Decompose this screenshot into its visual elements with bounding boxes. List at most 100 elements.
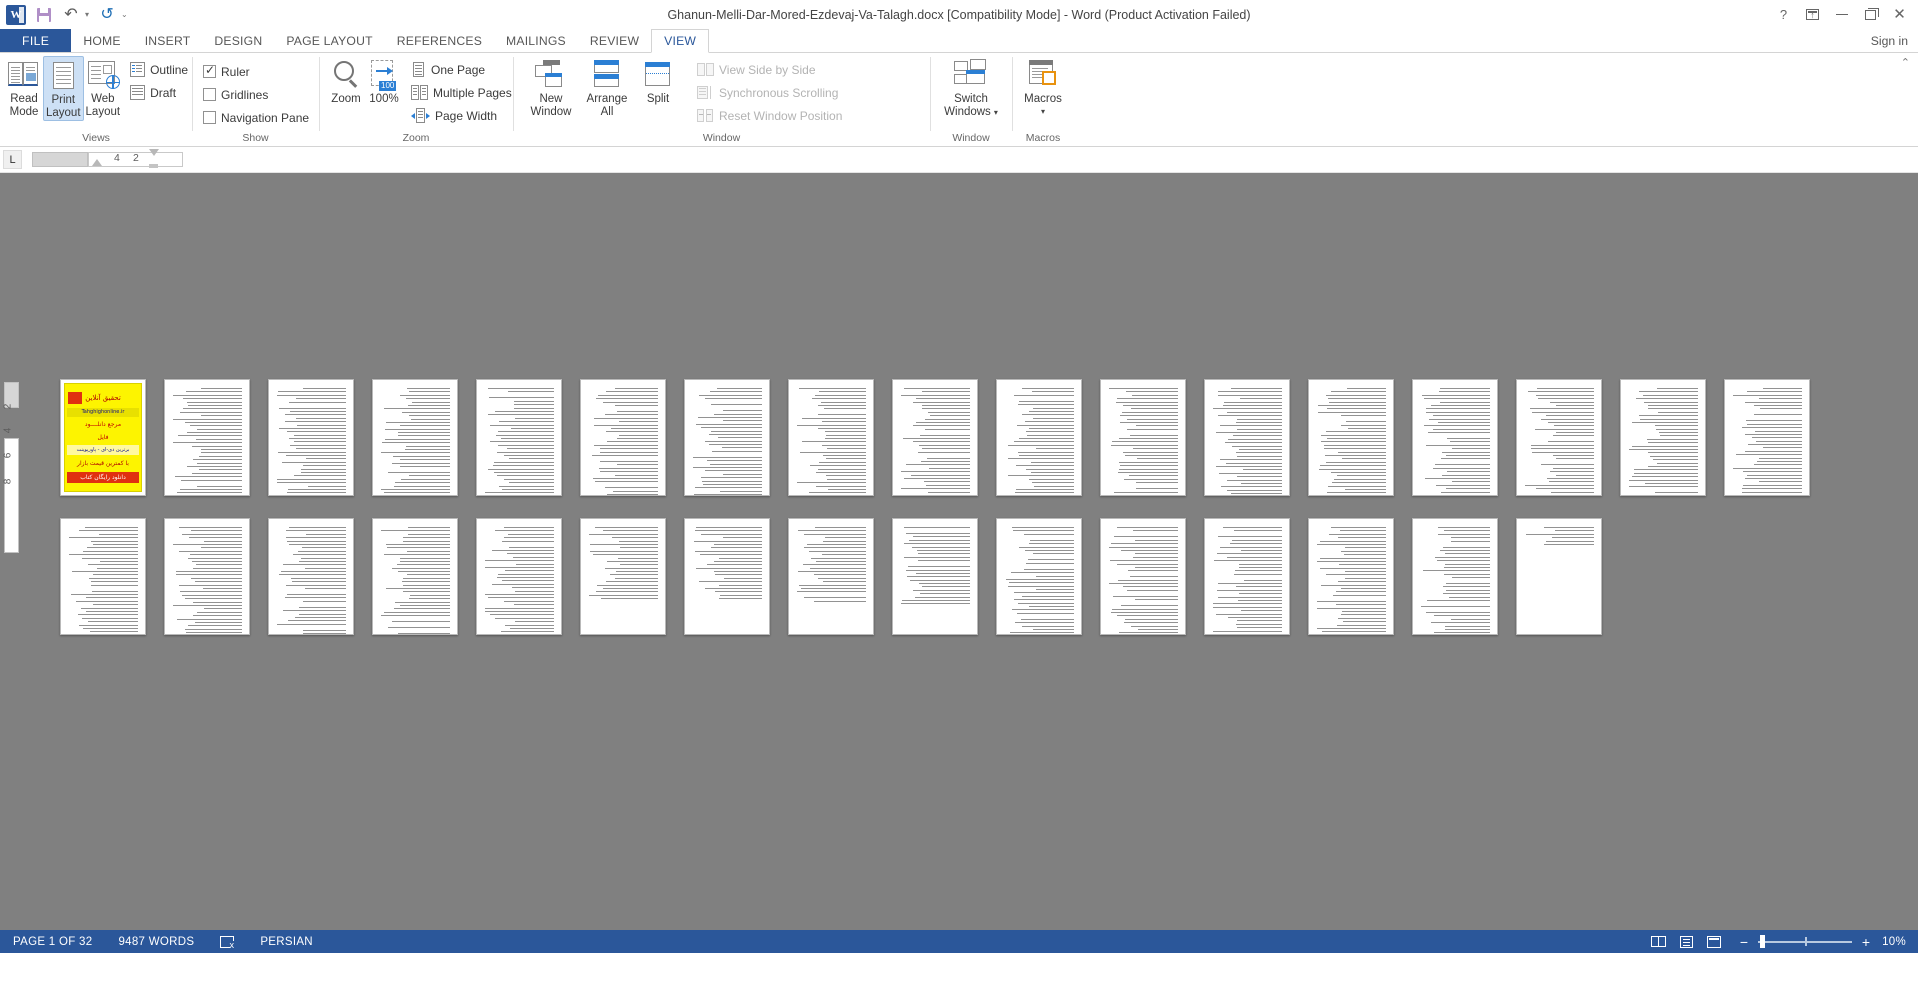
word-count[interactable]: 9487 WORDS [105,936,207,948]
read-mode-view-button[interactable] [1644,931,1672,952]
split-button[interactable]: Split [635,56,681,106]
proofing-status-button[interactable] [207,935,247,950]
tab-view[interactable]: VIEW [651,29,710,53]
page-thumbnail[interactable] [1308,518,1394,635]
page-thumbnail[interactable] [1204,379,1290,496]
page-thumbnail[interactable]: تحقیق آنلاین Tahghighonline.ir مرجع دانلــ… [60,379,146,496]
close-button[interactable]: ✕ [1885,3,1914,27]
ruler-checkbox-row[interactable]: Ruler [199,60,313,83]
page-thumbnail[interactable] [1516,379,1602,496]
switch-windows-button[interactable]: Switch Windows ▾ [938,56,1004,119]
zoom-out-button[interactable]: − [1738,934,1750,950]
print-layout-view-button[interactable] [1672,931,1700,952]
page-thumbnail[interactable] [1100,518,1186,635]
page-thumbnail[interactable] [1620,379,1706,496]
page-thumbnail[interactable] [1412,379,1498,496]
web-layout-view-button[interactable] [1700,931,1728,952]
web-layout-button[interactable]: Web Layout [84,56,123,119]
page-thumbnail[interactable] [1516,518,1602,635]
undo-dropdown-caret-icon[interactable]: ▾ [85,10,89,19]
page-thumbnail[interactable] [372,379,458,496]
page-thumbnail[interactable] [892,518,978,635]
page-thumbnail[interactable] [476,379,562,496]
outline-button[interactable]: Outline [126,58,192,81]
tab-page-layout[interactable]: PAGE LAYOUT [274,29,384,52]
gridlines-checkbox[interactable] [203,88,216,101]
page-thumbnail[interactable] [1412,518,1498,635]
switch-windows-caret-icon[interactable]: ▾ [994,106,998,119]
tab-home[interactable]: HOME [71,29,132,52]
page-thumbnail[interactable] [788,379,874,496]
help-button[interactable]: ? [1769,3,1798,27]
view-side-by-side-button[interactable]: View Side by Side [693,58,846,81]
page-thumbnail[interactable] [1308,379,1394,496]
horizontal-ruler[interactable]: L 4 2 [0,147,1918,173]
tab-stop-selector[interactable]: L [3,150,22,169]
tab-review[interactable]: REVIEW [578,29,651,52]
page-thumbnail[interactable] [1100,379,1186,496]
reset-window-position-button[interactable]: Reset Window Position [693,104,846,127]
redo-button[interactable]: ↺ [98,6,116,24]
page-thumbnail-grid[interactable]: تحقیق آنلاین Tahghighonline.ir مرجع دانلــ… [60,379,1896,657]
synchronous-scrolling-button[interactable]: Synchronous Scrolling [693,81,846,104]
language-indicator[interactable]: PERSIAN [247,936,326,948]
tab-insert[interactable]: INSERT [133,29,203,52]
zoom-in-button[interactable]: + [1860,934,1872,950]
page-thumbnail[interactable] [164,379,250,496]
zoom-slider[interactable] [1758,935,1853,948]
multiple-pages-button[interactable]: Multiple Pages [407,81,516,104]
read-mode-button[interactable]: Read Mode [5,56,43,119]
sign-in-link[interactable]: Sign in [1871,29,1918,52]
page-thumbnail[interactable] [996,379,1082,496]
page-thumbnail[interactable] [268,518,354,635]
page-thumbnail[interactable] [580,379,666,496]
page-thumbnail[interactable] [1204,518,1290,635]
zoom-slider-handle[interactable] [1760,935,1766,948]
page-indicator[interactable]: PAGE 1 OF 32 [0,936,105,948]
page-thumbnail[interactable] [684,379,770,496]
draft-button[interactable]: Draft [126,81,192,104]
page-thumbnail[interactable] [580,518,666,635]
restore-button[interactable] [1856,3,1885,27]
navigation-pane-checkbox-row[interactable]: Navigation Pane [199,106,313,129]
one-page-button[interactable]: One Page [407,58,516,81]
navigation-pane-checkbox[interactable] [203,111,216,124]
zoom-control[interactable]: − + [1728,934,1882,950]
page-thumbnail[interactable] [372,518,458,635]
tab-file[interactable]: FILE [0,29,72,52]
right-indent-marker[interactable] [149,164,158,168]
tab-references[interactable]: REFERENCES [385,29,494,52]
ruler-scale[interactable]: 4 2 [32,149,632,168]
page-thumbnail[interactable] [1724,379,1810,496]
print-layout-button[interactable]: Print Layout [43,56,84,121]
arrange-all-button[interactable]: Arrange All [579,56,635,119]
ribbon-display-options-button[interactable] [1798,3,1827,27]
left-indent-marker[interactable] [92,159,102,166]
new-window-button[interactable]: New Window [523,56,579,119]
tab-design[interactable]: DESIGN [202,29,274,52]
page-thumbnail[interactable] [164,518,250,635]
page-width-button[interactable]: Page Width [407,104,516,127]
undo-button[interactable]: ↶ [62,6,80,24]
page-thumbnail[interactable] [892,379,978,496]
gridlines-checkbox-row[interactable]: Gridlines [199,83,313,106]
document-canvas[interactable]: 2 4 6 8 تحقیق آنلاین Tahghighonline.ir مرج… [0,173,1918,930]
save-button[interactable] [35,6,53,24]
macros-caret-icon[interactable]: ▾ [1041,105,1045,118]
page-thumbnail[interactable] [476,518,562,635]
vertical-ruler[interactable]: 2 4 6 8 [0,173,23,930]
first-line-indent-marker[interactable] [149,149,159,156]
zoom-level-button[interactable]: 10% [1882,936,1918,948]
macros-button[interactable]: Macros ▾ [1017,56,1069,118]
page-thumbnail[interactable] [268,379,354,496]
zoom-100-button[interactable]: 100 100% [365,56,403,106]
page-thumbnail[interactable] [996,518,1082,635]
page-thumbnail[interactable] [788,518,874,635]
collapse-ribbon-button[interactable]: ⌃ [1901,56,1910,69]
page-thumbnail[interactable] [684,518,770,635]
page-thumbnail[interactable] [60,518,146,635]
ruler-checkbox[interactable] [203,63,216,78]
zoom-button[interactable]: Zoom [327,56,365,106]
minimize-button[interactable] [1827,3,1856,27]
tab-mailings[interactable]: MAILINGS [494,29,578,52]
